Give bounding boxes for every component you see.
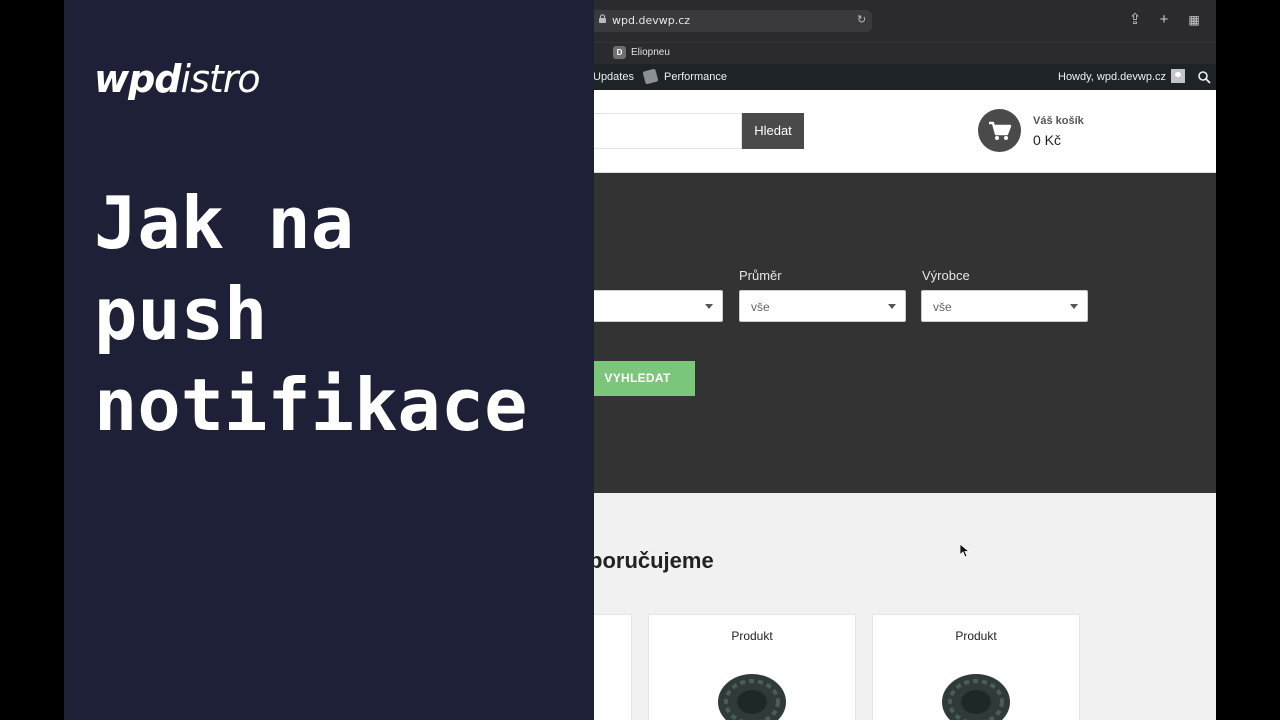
product-name[interactable]: Produkt bbox=[648, 629, 856, 643]
share-icon[interactable]: ⇪ bbox=[1127, 12, 1143, 28]
chevron-down-icon bbox=[705, 304, 713, 309]
chevron-down-icon bbox=[1070, 304, 1078, 309]
bookmark-favicon: D bbox=[613, 46, 626, 59]
product-search-input[interactable] bbox=[580, 113, 742, 149]
filter-search-button[interactable]: VYHLEDAT bbox=[580, 361, 695, 396]
lock-icon bbox=[599, 14, 606, 23]
tire-image bbox=[718, 674, 786, 720]
reload-icon[interactable]: ↻ bbox=[857, 14, 867, 26]
cart-button[interactable] bbox=[978, 109, 1021, 152]
cart-icon bbox=[989, 121, 1012, 140]
chevron-down-icon bbox=[888, 304, 896, 309]
tire-image bbox=[942, 674, 1010, 720]
video-title: Jak na push notifikace bbox=[94, 178, 527, 451]
admin-performance-link[interactable]: Performance bbox=[664, 71, 727, 83]
browser-window: wpd.devwp.cz ↻ ⇪ + ▦ D Eliopneu Updates … bbox=[580, 0, 1216, 720]
diameter-value: vše bbox=[751, 300, 770, 314]
logo-regular-part: istro bbox=[180, 57, 261, 101]
product-name[interactable]: Produkt bbox=[872, 629, 1080, 643]
video-frame: wpd.devwp.cz ↻ ⇪ + ▦ D Eliopneu Updates … bbox=[0, 0, 1280, 720]
manufacturer-select[interactable]: vše bbox=[921, 290, 1088, 322]
cart-label: Váš košík bbox=[1033, 115, 1084, 127]
manufacturer-label: Výrobce bbox=[922, 268, 970, 283]
tire-filter-section bbox=[580, 173, 1216, 493]
mouse-cursor-icon bbox=[960, 544, 970, 558]
first-filter-select[interactable] bbox=[580, 290, 723, 322]
bookmark-eliopneu[interactable]: Eliopneu bbox=[631, 47, 670, 58]
title-line-1: Jak na bbox=[94, 181, 355, 265]
manufacturer-value: vše bbox=[933, 300, 952, 314]
title-panel: wpdistro Jak na push notifikace bbox=[64, 0, 594, 720]
search-button[interactable]: Hledat bbox=[742, 113, 804, 149]
logo-bold-part: wpd bbox=[94, 57, 182, 101]
search-icon[interactable] bbox=[1197, 70, 1211, 84]
cart-total: 0 Kč bbox=[1033, 132, 1062, 148]
url-text: wpd.devwp.cz bbox=[612, 14, 691, 27]
tab-overview-icon[interactable]: ▦ bbox=[1186, 12, 1202, 28]
admin-greeting[interactable]: Howdy, wpd.devwp.cz bbox=[1058, 71, 1166, 83]
avatar[interactable] bbox=[1171, 69, 1185, 83]
new-tab-icon[interactable]: + bbox=[1156, 12, 1172, 28]
bookmarks-bar bbox=[580, 42, 1216, 64]
recommend-heading: poručujeme bbox=[589, 548, 714, 573]
wpdistro-logo: wpdistro bbox=[94, 57, 261, 101]
title-line-3: notifikace bbox=[94, 363, 528, 447]
diameter-select[interactable]: vše bbox=[739, 290, 906, 322]
title-line-2: push bbox=[94, 272, 268, 356]
diameter-label: Průměr bbox=[739, 268, 782, 283]
admin-updates-link[interactable]: Updates bbox=[593, 71, 634, 83]
